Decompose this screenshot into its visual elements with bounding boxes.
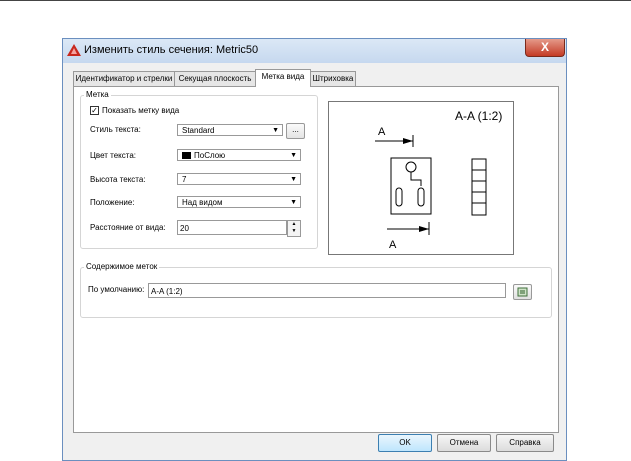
field-insert-button[interactable] bbox=[513, 284, 532, 300]
default-label: По умолчанию: bbox=[88, 285, 145, 294]
help-button[interactable]: Справка bbox=[496, 434, 554, 452]
label-contents-title: Содержимое меток bbox=[84, 262, 160, 271]
text-style-browse-button[interactable]: ... bbox=[286, 123, 305, 139]
text-color-select[interactable]: ПоСлою ▼ bbox=[177, 149, 301, 161]
text-height-value: 7 bbox=[182, 175, 187, 184]
text-height-label: Высота текста: bbox=[90, 175, 146, 184]
preview-drawing: A-A (1:2) A A bbox=[375, 109, 502, 251]
offset-label: Расстояние от вида: bbox=[90, 223, 166, 232]
position-select[interactable]: Над видом ▼ bbox=[177, 196, 301, 208]
tab-view-label[interactable]: Метка вида bbox=[255, 69, 311, 87]
position-label: Положение: bbox=[90, 198, 135, 207]
insert-field-icon bbox=[517, 287, 528, 297]
autocad-app-icon bbox=[67, 44, 81, 56]
part-path bbox=[410, 172, 422, 186]
close-button[interactable]: X bbox=[525, 39, 565, 57]
color-swatch bbox=[182, 152, 191, 160]
view-label-tab-panel: Метка ✓ Показать метку вида Стиль текста… bbox=[73, 86, 559, 433]
offset-spinner[interactable]: ▲ ▼ bbox=[287, 220, 301, 237]
chevron-down-icon: ▼ bbox=[290, 176, 297, 183]
view-label-preview: A-A (1:2) A A bbox=[328, 101, 514, 255]
part-slot-right bbox=[417, 187, 425, 207]
bottom-arrow-head bbox=[419, 226, 429, 232]
preview-bottom-letter: A bbox=[389, 239, 397, 251]
text-color-label: Цвет текста: bbox=[90, 151, 137, 160]
spin-up-icon[interactable]: ▲ bbox=[288, 221, 300, 228]
label-group-title: Метка bbox=[84, 90, 111, 99]
part-slot-left bbox=[395, 187, 403, 207]
chevron-down-icon: ▼ bbox=[290, 152, 297, 159]
offset-input[interactable]: 20 bbox=[177, 220, 287, 235]
text-style-value: Standard bbox=[182, 126, 215, 135]
chevron-down-icon: ▼ bbox=[272, 127, 279, 134]
top-divider bbox=[0, 0, 631, 1]
part-hole bbox=[405, 161, 417, 173]
top-arrow-head bbox=[403, 138, 413, 144]
default-contents-input[interactable]: A-A (1:2) bbox=[148, 283, 506, 298]
preview-top-letter: A bbox=[378, 126, 386, 138]
text-height-select[interactable]: 7 ▼ bbox=[177, 173, 301, 185]
text-color-value: ПоСлою bbox=[194, 151, 226, 160]
window-title: Изменить стиль сечения: Metric50 bbox=[84, 44, 259, 56]
preview-title: A-A (1:2) bbox=[455, 109, 502, 123]
text-style-label: Стиль текста: bbox=[90, 125, 141, 134]
show-view-label-checkbox[interactable]: ✓ bbox=[90, 106, 99, 115]
ok-button[interactable]: OK bbox=[378, 434, 432, 452]
tab-identifier-and-arrows[interactable]: Идентификатор и стрелки bbox=[73, 71, 175, 86]
show-view-label-label: Показать метку вида bbox=[102, 106, 180, 115]
tab-hatch[interactable]: Штриховка bbox=[310, 71, 356, 86]
spin-down-icon[interactable]: ▼ bbox=[288, 228, 300, 235]
section-style-dialog: Изменить стиль сечения: Metric50 X Идент… bbox=[62, 38, 567, 461]
cancel-button[interactable]: Отмена bbox=[437, 434, 491, 452]
position-value: Над видом bbox=[182, 198, 223, 207]
side-view bbox=[471, 158, 487, 216]
text-style-select[interactable]: Standard ▼ bbox=[177, 124, 283, 136]
tab-section-plane[interactable]: Секущая плоскость bbox=[174, 71, 256, 86]
chevron-down-icon: ▼ bbox=[290, 199, 297, 206]
title-bar[interactable]: Изменить стиль сечения: Metric50 X bbox=[63, 39, 566, 63]
